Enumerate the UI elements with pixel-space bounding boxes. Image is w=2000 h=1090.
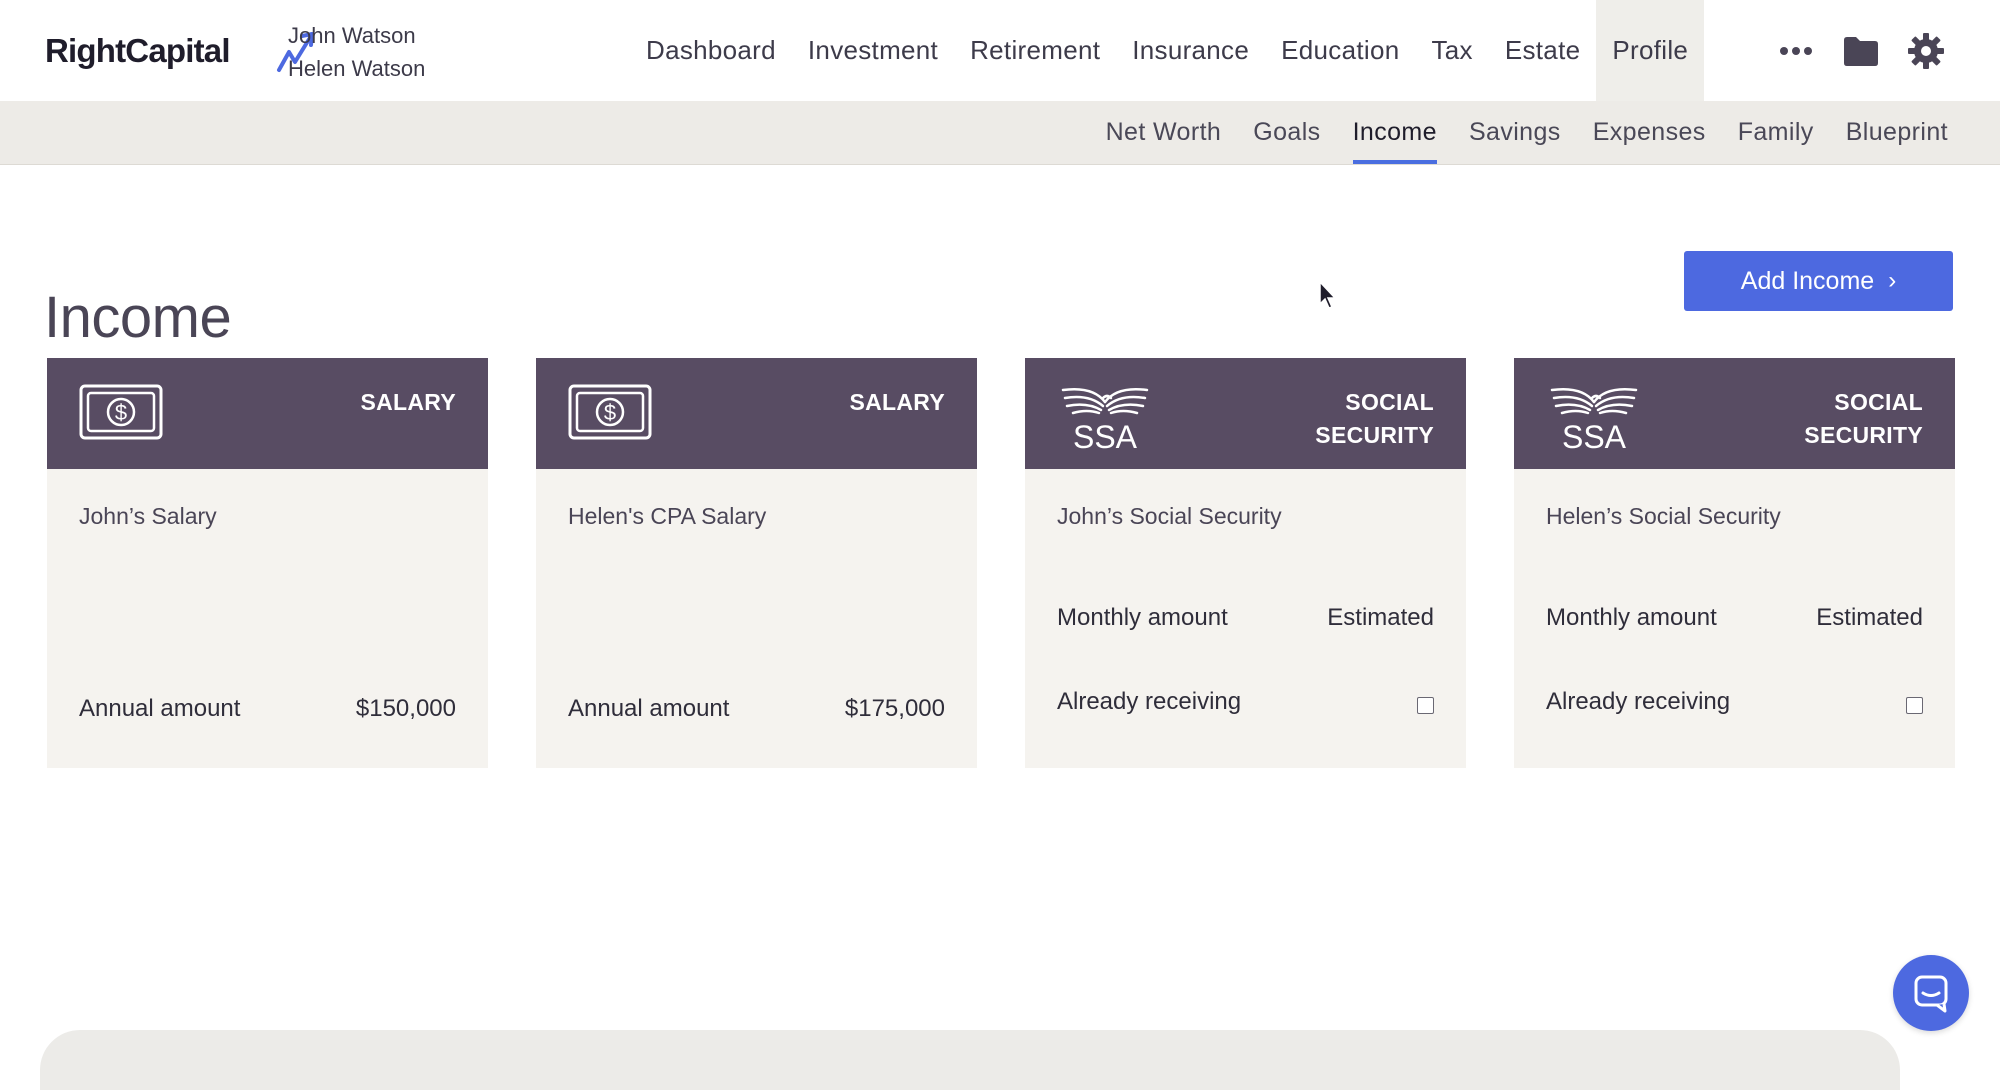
monthly-amount-label: Monthly amount (1546, 604, 1717, 631)
more-icon[interactable] (1776, 31, 1816, 71)
ssa-eagle-icon: SSA (1550, 388, 1638, 452)
nav-education[interactable]: Education (1265, 0, 1415, 101)
card-type-label: SOCIAL SECURITY (1315, 386, 1434, 452)
folder-icon[interactable] (1841, 31, 1881, 71)
already-receiving-checkbox[interactable] (1417, 697, 1434, 714)
cash-icon: $ (568, 384, 652, 440)
chat-launcher-button[interactable] (1893, 955, 1969, 1031)
svg-text:SSA: SSA (1562, 419, 1627, 452)
chevron-right-icon: › (1888, 267, 1897, 294)
card-type-line2: SECURITY (1315, 422, 1434, 448)
nav-estate[interactable]: Estate (1489, 0, 1597, 101)
income-name: Helen's CPA Salary (568, 503, 767, 529)
nav-tax[interactable]: Tax (1415, 0, 1488, 101)
card-type-label: SALARY (360, 389, 456, 415)
nav-investment[interactable]: Investment (792, 0, 954, 101)
monthly-amount-value: Estimated (1816, 604, 1923, 631)
gear-icon[interactable] (1906, 31, 1946, 71)
client-names[interactable]: John Watson Helen Watson (288, 19, 425, 85)
add-income-label: Add Income (1740, 266, 1875, 295)
monthly-amount-label: Monthly amount (1057, 604, 1228, 631)
card-header: SSA SOCIAL SECURITY (1514, 358, 1955, 469)
top-bar: RightCapital John Watson Helen Watson Da… (0, 0, 2000, 101)
already-receiving-label: Already receiving (1546, 688, 1731, 715)
main-nav: Dashboard Investment Retirement Insuranc… (630, 0, 1705, 101)
annual-amount-value: $150,000 (355, 695, 456, 722)
logo-text: RightCapital (45, 32, 231, 69)
nav-insurance[interactable]: Insurance (1116, 0, 1265, 101)
income-card-john-salary[interactable]: $ SALARY John’s Salary Annual amount $15… (47, 358, 488, 768)
monthly-amount-value: Estimated (1327, 604, 1434, 631)
tab-blueprint[interactable]: Blueprint (1846, 101, 1948, 164)
card-header: $ SALARY (536, 358, 977, 469)
tab-expenses[interactable]: Expenses (1593, 101, 1706, 164)
mouse-cursor-icon (1319, 280, 1337, 309)
tab-goals[interactable]: Goals (1253, 101, 1320, 164)
svg-text:$: $ (115, 400, 127, 425)
annual-amount-value: $175,000 (844, 695, 945, 722)
card-type-label: SOCIAL SECURITY (1804, 386, 1923, 452)
card-type-line1: SOCIAL (1834, 389, 1923, 415)
card-type-line2: SECURITY (1804, 422, 1923, 448)
tab-income[interactable]: Income (1352, 101, 1438, 164)
income-name: Helen’s Social Security (1546, 503, 1781, 529)
page-title: Income (44, 284, 232, 350)
nav-profile[interactable]: Profile (1596, 0, 1705, 101)
tab-savings[interactable]: Savings (1469, 101, 1561, 164)
add-income-button[interactable]: Add Income › (1684, 251, 1953, 311)
bottom-panel-edge (40, 1030, 1900, 1090)
income-name: John’s Salary (79, 503, 217, 529)
nav-retirement[interactable]: Retirement (954, 0, 1116, 101)
tab-family[interactable]: Family (1738, 101, 1814, 164)
svg-text:$: $ (604, 400, 616, 425)
rightcapital-logo[interactable]: RightCapital (45, 28, 314, 74)
card-type-line1: SOCIAL (1345, 389, 1434, 415)
annual-amount-label: Annual amount (568, 695, 730, 722)
already-receiving-label: Already receiving (1057, 688, 1242, 715)
client-spouse-name: Helen Watson (288, 56, 426, 81)
already-receiving-checkbox[interactable] (1906, 697, 1923, 714)
sub-nav: Net Worth Goals Income Savings Expenses … (0, 101, 2000, 165)
ssa-eagle-icon: SSA (1061, 388, 1149, 452)
client-primary-name: John Watson (288, 23, 416, 48)
income-name: John’s Social Security (1057, 503, 1282, 529)
chat-icon (1914, 975, 1948, 1013)
nav-dashboard[interactable]: Dashboard (630, 0, 792, 101)
cash-icon: $ (79, 384, 163, 440)
income-card-helen-social-security[interactable]: SSA SOCIAL SECURITY Helen’s Social Secur… (1514, 358, 1955, 768)
income-card-john-social-security[interactable]: SSA SOCIAL SECURITY John’s Social Securi… (1025, 358, 1466, 768)
card-header: $ SALARY (47, 358, 488, 469)
tab-net-worth[interactable]: Net Worth (1106, 101, 1222, 164)
svg-text:SSA: SSA (1073, 419, 1138, 452)
card-header: SSA SOCIAL SECURITY (1025, 358, 1466, 469)
income-card-helen-salary[interactable]: $ SALARY Helen's CPA Salary Annual amoun… (536, 358, 977, 768)
card-type-label: SALARY (849, 389, 945, 415)
annual-amount-label: Annual amount (79, 695, 241, 722)
